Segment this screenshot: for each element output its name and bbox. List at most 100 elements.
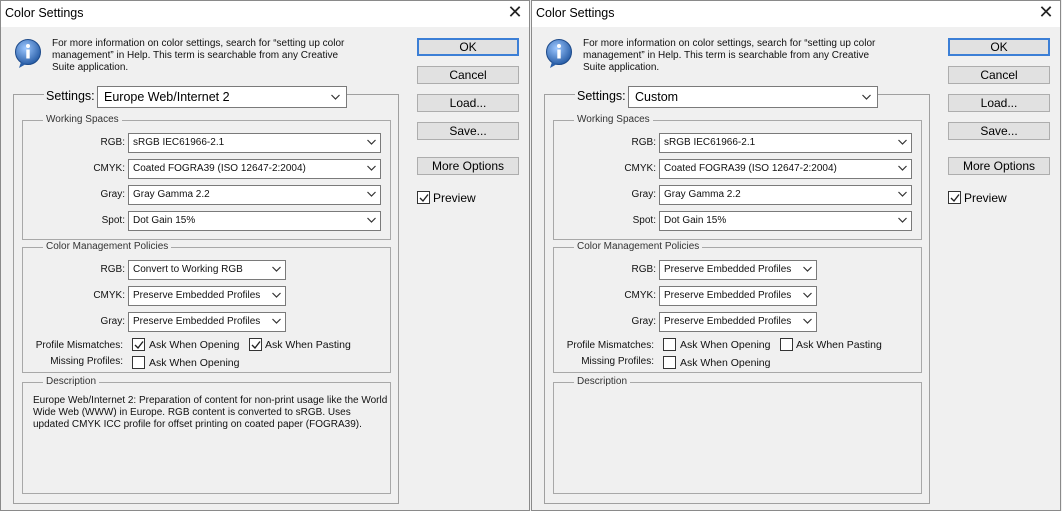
policy-rgb-select[interactable]: Preserve Embedded Profiles (659, 260, 817, 280)
close-icon[interactable]: ✕ (507, 4, 523, 22)
mismatch-ask-pasting-checkbox[interactable] (249, 338, 262, 351)
chevron-down-icon (367, 217, 376, 223)
description-title: Description (574, 376, 631, 388)
ws-rgb-label: RGB: (100, 137, 125, 148)
dialog-title: Color Settings (5, 6, 84, 20)
settings-label: Settings: (575, 89, 628, 103)
chevron-down-icon (331, 94, 340, 100)
mismatch-ask-pasting-label: Ask When Pasting (265, 339, 351, 351)
chevron-down-icon (272, 292, 281, 298)
cancel-button[interactable]: Cancel (948, 66, 1050, 84)
missing-ask-opening-checkbox[interactable] (132, 356, 145, 369)
ws-spot-value: Dot Gain 15% (133, 215, 196, 226)
policy-rgb-label: RGB: (100, 264, 125, 275)
chevron-down-icon (898, 191, 907, 197)
title-bar[interactable]: Color Settings ✕ (532, 1, 1060, 27)
checkmark-icon (134, 341, 144, 350)
policies-title: Color Management Policies (574, 241, 703, 253)
ws-spot-select[interactable]: Dot Gain 15% (659, 211, 912, 231)
missing-ask-opening-checkbox[interactable] (663, 356, 676, 369)
more-options-button[interactable]: More Options (417, 157, 519, 175)
ws-spot-select[interactable]: Dot Gain 15% (128, 211, 381, 231)
chevron-down-icon (898, 165, 907, 171)
chevron-down-icon (898, 139, 907, 145)
description-text: Europe Web/Internet 2: Preparation of co… (33, 395, 388, 430)
ws-cmyk-label: CMYK: (93, 163, 125, 174)
profile-mismatches-label: Profile Mismatches: (566, 340, 654, 351)
ws-gray-label: Gray: (631, 189, 656, 200)
policy-cmyk-select[interactable]: Preserve Embedded Profiles (128, 286, 286, 306)
load-button[interactable]: Load... (948, 94, 1050, 112)
profile-mismatches-label: Profile Mismatches: (35, 340, 123, 351)
more-options-button[interactable]: More Options (948, 157, 1050, 175)
ws-rgb-select[interactable]: sRGB IEC61966-2.1 (659, 133, 912, 153)
policies-title: Color Management Policies (43, 241, 172, 253)
chevron-down-icon (803, 292, 812, 298)
mismatch-ask-pasting-checkbox[interactable] (780, 338, 793, 351)
chevron-down-icon (367, 139, 376, 145)
info-icon (546, 39, 572, 68)
mismatch-ask-opening-checkbox[interactable] (663, 338, 676, 351)
preview-checkbox[interactable] (417, 191, 430, 204)
missing-ask-opening-label: Ask When Opening (680, 357, 771, 369)
ws-rgb-value: sRGB IEC61966-2.1 (133, 137, 225, 148)
preview-label: Preview (964, 191, 1007, 205)
color-settings-dialog-left: Color Settings ✕ For more information on… (0, 0, 530, 511)
ws-spot-label: Spot: (101, 215, 125, 226)
missing-profiles-label: Missing Profiles: (50, 356, 123, 367)
description-title: Description (43, 376, 100, 388)
ws-rgb-label: RGB: (631, 137, 656, 148)
checkmark-icon (251, 341, 261, 350)
ws-gray-value: Gray Gamma 2.2 (133, 189, 210, 200)
policy-gray-value: Preserve Embedded Profiles (133, 316, 261, 327)
settings-select[interactable]: Europe Web/Internet 2 (97, 86, 347, 108)
policy-gray-label: Gray: (631, 316, 656, 327)
settings-label: Settings: (44, 89, 97, 103)
working-spaces-title: Working Spaces (43, 114, 122, 126)
dialog-title: Color Settings (536, 6, 615, 20)
chevron-down-icon (272, 266, 281, 272)
ws-gray-label: Gray: (100, 189, 125, 200)
mismatch-ask-opening-checkbox[interactable] (132, 338, 145, 351)
ws-cmyk-value: Coated FOGRA39 (ISO 12647-2:2004) (133, 163, 306, 174)
ws-cmyk-select[interactable]: Coated FOGRA39 (ISO 12647-2:2004) (659, 159, 912, 179)
ws-spot-value: Dot Gain 15% (664, 215, 727, 226)
ws-gray-value: Gray Gamma 2.2 (664, 189, 741, 200)
save-button[interactable]: Save... (417, 122, 519, 140)
load-button[interactable]: Load... (417, 94, 519, 112)
preview-label: Preview (433, 191, 476, 205)
policy-cmyk-value: Preserve Embedded Profiles (133, 290, 261, 301)
ws-cmyk-select[interactable]: Coated FOGRA39 (ISO 12647-2:2004) (128, 159, 381, 179)
chevron-down-icon (803, 266, 812, 272)
chevron-down-icon (367, 165, 376, 171)
description-group: Description (553, 376, 922, 494)
mismatch-ask-opening-label: Ask When Opening (149, 339, 240, 351)
policy-rgb-select[interactable]: Convert to Working RGB (128, 260, 286, 280)
policy-cmyk-select[interactable]: Preserve Embedded Profiles (659, 286, 817, 306)
info-text: For more information on color settings, … (52, 38, 345, 73)
info-icon (15, 39, 41, 68)
save-button[interactable]: Save... (948, 122, 1050, 140)
close-icon[interactable]: ✕ (1038, 4, 1054, 22)
ws-gray-select[interactable]: Gray Gamma 2.2 (659, 185, 912, 205)
settings-select[interactable]: Custom (628, 86, 878, 108)
ws-rgb-value: sRGB IEC61966-2.1 (664, 137, 756, 148)
ok-button[interactable]: OK (417, 38, 519, 56)
ws-gray-select[interactable]: Gray Gamma 2.2 (128, 185, 381, 205)
chevron-down-icon (898, 217, 907, 223)
policy-cmyk-label: CMYK: (624, 290, 656, 301)
cancel-button[interactable]: Cancel (417, 66, 519, 84)
color-settings-dialog-right: Color Settings ✕ For more information on… (531, 0, 1061, 511)
preview-checkbox[interactable] (948, 191, 961, 204)
title-bar[interactable]: Color Settings ✕ (1, 1, 529, 27)
policy-cmyk-label: CMYK: (93, 290, 125, 301)
mismatch-ask-pasting-label: Ask When Pasting (796, 339, 882, 351)
ws-rgb-select[interactable]: sRGB IEC61966-2.1 (128, 133, 381, 153)
policy-gray-select[interactable]: Preserve Embedded Profiles (128, 312, 286, 332)
ws-spot-label: Spot: (632, 215, 656, 226)
chevron-down-icon (367, 191, 376, 197)
ok-button[interactable]: OK (948, 38, 1050, 56)
policy-gray-select[interactable]: Preserve Embedded Profiles (659, 312, 817, 332)
policy-rgb-label: RGB: (631, 264, 656, 275)
chevron-down-icon (862, 94, 871, 100)
